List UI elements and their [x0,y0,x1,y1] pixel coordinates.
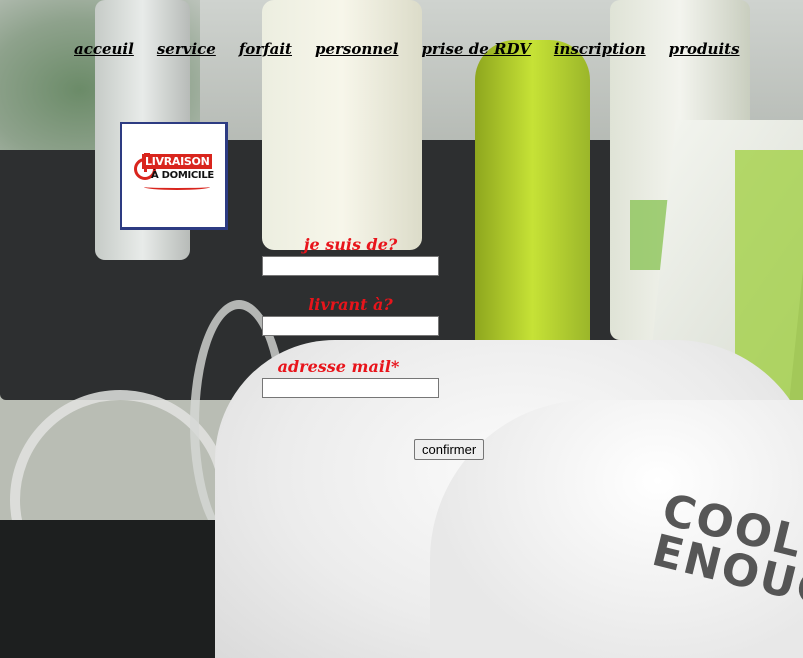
nav-link-prise-de-rdv[interactable]: prise de RDV [421,40,530,58]
nav-link-produits[interactable]: produits [669,40,740,58]
confirm-button[interactable]: confirmer [414,439,485,460]
from-field-group: je suis de? [262,234,439,276]
to-label: livrant à? [308,295,393,314]
from-input[interactable] [262,256,439,276]
nav-link-forfait[interactable]: forfait [239,40,292,58]
nav-link-personnel[interactable]: personnel [315,40,398,58]
nav-link-acceuil[interactable]: acceuil [74,40,134,58]
from-label: je suis de? [303,235,398,254]
logo-line-1: LIVRAISON [142,154,213,169]
email-field-group: adresse mail* [262,356,439,398]
main-nav: acceuil service forfait personnel prise … [74,40,764,58]
delivery-logo: LIVRAISON À DOMICILE [120,122,228,230]
to-field-group: livrant à? [262,294,439,336]
nav-link-inscription[interactable]: inscription [554,40,646,58]
email-input[interactable] [262,378,439,398]
logo-swoosh [144,184,210,190]
to-input[interactable] [262,316,439,336]
email-label: adresse mail* [277,357,400,376]
nav-link-service[interactable]: service [157,40,216,58]
logo-line-2: À DOMICILE [151,170,214,181]
